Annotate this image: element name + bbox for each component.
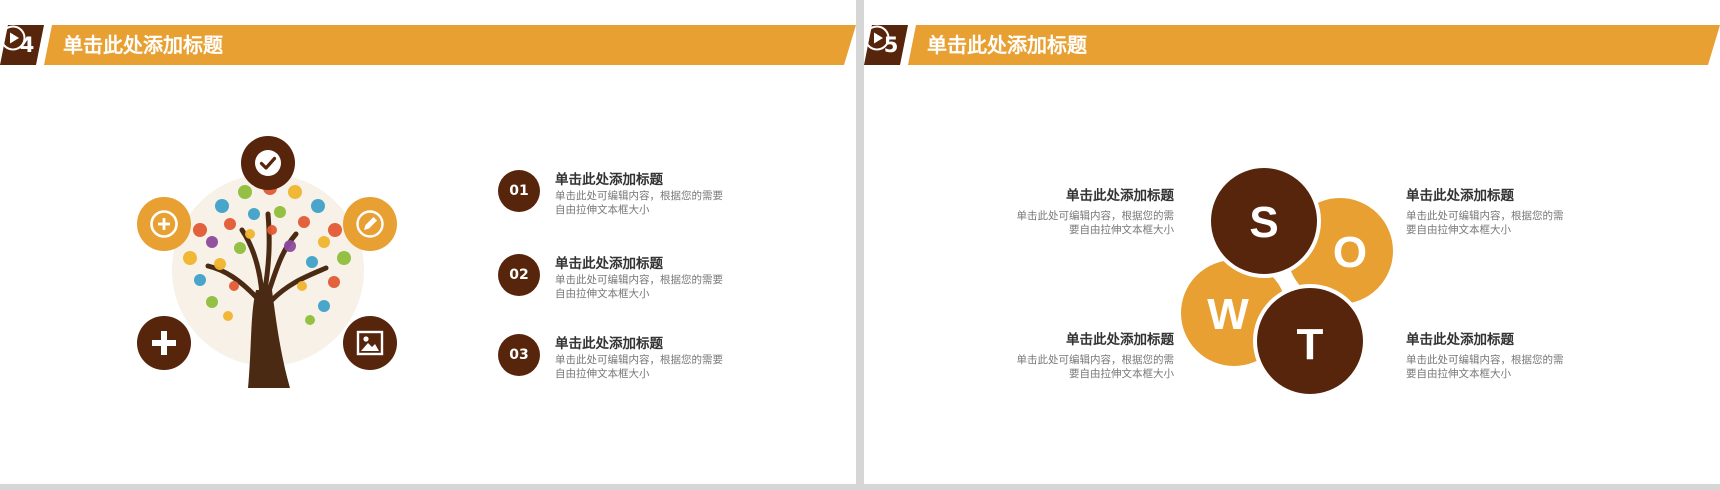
pencil-icon[interactable] [343, 197, 397, 251]
slide-5: 5 单击此处添加标题 S O W T 单击此处添加标题 单击此处可编辑内容，根据… [864, 0, 1720, 484]
play-icon[interactable] [864, 25, 890, 51]
number-badge: 03 [498, 334, 540, 376]
block-title[interactable]: 单击此处添加标题 [1406, 184, 1566, 204]
list-item: 02 单击此处添加标题 单击此处可编辑内容，根据您的需要自由拉伸文本框大小 [498, 254, 798, 314]
block-description[interactable]: 单击此处可编辑内容，根据您的需要自由拉伸文本框大小 [1014, 353, 1175, 381]
swot-letter-w: W [1207, 290, 1249, 339]
block-title[interactable]: 单击此处添加标题 [1014, 328, 1174, 348]
item-description[interactable]: 单击此处可编辑内容，根据您的需要自由拉伸文本框大小 [555, 353, 725, 381]
swot-text-top-right: 单击此处添加标题 单击此处可编辑内容，根据您的需要自由拉伸文本框大小 [1406, 184, 1566, 237]
swot-letter-o: O [1333, 228, 1367, 277]
slide-header: 5 单击此处添加标题 [864, 25, 1720, 65]
item-title[interactable]: 单击此处添加标题 [555, 168, 663, 188]
list-item: 01 单击此处添加标题 单击此处可编辑内容，根据您的需要自由拉伸文本框大小 [498, 170, 798, 230]
swot-letter-s: S [1249, 198, 1278, 247]
block-description[interactable]: 单击此处可编辑内容，根据您的需要自由拉伸文本框大小 [1014, 209, 1175, 237]
block-description[interactable]: 单击此处可编辑内容，根据您的需要自由拉伸文本框大小 [1406, 353, 1566, 381]
plus-circle-icon[interactable] [137, 197, 191, 251]
list-item: 03 单击此处添加标题 单击此处可编辑内容，根据您的需要自由拉伸文本框大小 [498, 334, 798, 394]
block-title[interactable]: 单击此处添加标题 [1406, 328, 1566, 348]
number-badge: 02 [498, 254, 540, 296]
item-description[interactable]: 单击此处可编辑内容，根据您的需要自由拉伸文本框大小 [555, 273, 725, 301]
play-icon[interactable] [0, 25, 26, 51]
swot-text-bottom-left: 单击此处添加标题 单击此处可编辑内容，根据您的需要自由拉伸文本框大小 [1014, 328, 1175, 381]
plus-icon[interactable] [137, 316, 191, 370]
swot-text-top-left: 单击此处添加标题 单击此处可编辑内容，根据您的需要自由拉伸文本框大小 [1014, 184, 1175, 237]
image-icon[interactable] [343, 316, 397, 370]
slide-header: 4 单击此处添加标题 [0, 25, 856, 65]
swot-letter-t: T [1297, 320, 1324, 369]
number-badge: 01 [498, 170, 540, 212]
check-icon[interactable] [241, 136, 295, 190]
slide-4: 4 单击此处添加标题 01 单击此处添加标题 单击此处可编辑内容，根据您的需要自… [0, 0, 856, 484]
item-title[interactable]: 单击此处添加标题 [555, 332, 663, 352]
swot-diagram: S O W T [1177, 165, 1397, 395]
swot-text-bottom-right: 单击此处添加标题 单击此处可编辑内容，根据您的需要自由拉伸文本框大小 [1406, 328, 1566, 381]
block-title[interactable]: 单击此处添加标题 [1014, 184, 1174, 204]
item-title[interactable]: 单击此处添加标题 [555, 252, 663, 272]
slide-title[interactable]: 单击此处添加标题 [63, 25, 223, 65]
block-description[interactable]: 单击此处可编辑内容，根据您的需要自由拉伸文本框大小 [1406, 209, 1566, 237]
item-description[interactable]: 单击此处可编辑内容，根据您的需要自由拉伸文本框大小 [555, 189, 725, 217]
slide-title[interactable]: 单击此处添加标题 [927, 25, 1087, 65]
